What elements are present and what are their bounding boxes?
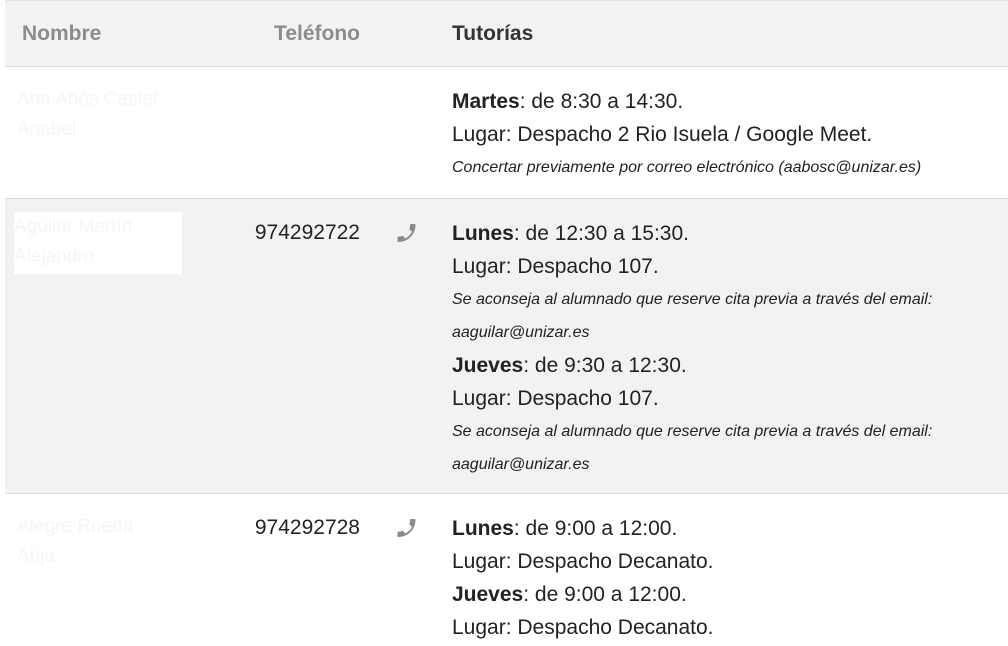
hours-text: : de 9:30 a 12:30. — [523, 354, 687, 377]
place-text: Lugar: Despacho 2 Rio Isuela / Google Me… — [452, 123, 873, 146]
column-header-telefono[interactable]: Teléfono — [235, 21, 360, 47]
day-label: Lunes — [452, 517, 514, 540]
schedule-line: Martes: de 8:30 a 14:30. — [452, 85, 1008, 118]
day-label: Martes — [452, 90, 520, 113]
schedule-line: Lunes: de 9:00 a 12:00. — [452, 512, 1008, 545]
name-line[interactable]: Anabel — [17, 115, 182, 145]
table-row: Ana Abós Castel Anabel Martes: de 8:30 a… — [5, 67, 1008, 199]
tutorias-table: Nombre Teléfono Tutorías Ana Abós Castel… — [0, 0, 1008, 646]
name-line[interactable]: Alejandro — [14, 242, 182, 272]
column-header-nombre[interactable]: Nombre — [22, 21, 101, 47]
hours-text: : de 9:00 a 12:00. — [513, 517, 678, 540]
name-cell[interactable]: Ana Abós Castel Anabel — [17, 85, 182, 147]
email-text[interactable]: aaguilar@unizar.es — [452, 316, 1008, 349]
day-label: Lunes — [452, 222, 514, 245]
hours-text: : de 9:00 a 12:00. — [523, 583, 687, 606]
phone-number[interactable]: 974292722 — [205, 220, 360, 246]
name-line[interactable]: Arija — [17, 542, 182, 572]
name-line[interactable]: Ana Abós Castel — [17, 85, 182, 115]
tutorias-cell: Lunes: de 9:00 a 12:00. Lugar: Despacho … — [452, 512, 1008, 644]
tutorias-cell: Martes: de 8:30 a 14:30. Lugar: Despacho… — [452, 85, 1008, 184]
phone-icon[interactable] — [395, 516, 419, 540]
column-header-tutorias: Tutorías — [452, 22, 534, 45]
name-cell[interactable]: Aguilar Martín Alejandro — [14, 212, 182, 274]
note-text: Se aconseja al alumnado que reserve cita… — [452, 291, 933, 308]
schedule-line: Jueves: de 9:30 a 12:30. — [452, 349, 1008, 382]
note-text: Se aconseja al alumnado que reserve cita… — [452, 423, 933, 440]
note-text: Concertar previamente por correo electró… — [452, 159, 922, 176]
place-text: Lugar: Despacho Decanato. — [452, 616, 714, 639]
table-row: Aguilar Martín Alejandro 974292722 Lunes… — [5, 199, 1008, 494]
schedule-line: Lunes: de 12:30 a 15:30. — [452, 217, 1008, 250]
name-line[interactable]: Alegre Rueda — [17, 512, 182, 542]
table-row: Alegre Rueda Arija 974292728 Lunes: de 9… — [5, 494, 1008, 646]
table-header: Nombre Teléfono Tutorías — [5, 0, 1008, 67]
hours-text: : de 8:30 a 14:30. — [519, 90, 684, 113]
place-text: Lugar: Despacho Decanato. — [452, 550, 714, 573]
name-cell[interactable]: Alegre Rueda Arija — [17, 512, 182, 574]
day-label: Jueves — [452, 354, 524, 377]
name-line[interactable]: Aguilar Martín — [14, 212, 182, 242]
phone-icon[interactable] — [395, 221, 419, 245]
place-text: Lugar: Despacho 107. — [452, 255, 659, 278]
tutorias-cell: Lunes: de 12:30 a 15:30. Lugar: Despacho… — [452, 217, 1008, 481]
day-label: Jueves — [452, 583, 524, 606]
email-text[interactable]: aaguilar@unizar.es — [452, 448, 1008, 481]
schedule-line: Jueves: de 9:00 a 12:00. — [452, 578, 1008, 611]
hours-text: : de 12:30 a 15:30. — [513, 222, 689, 245]
phone-number[interactable]: 974292728 — [205, 515, 360, 541]
place-text: Lugar: Despacho 107. — [452, 387, 659, 410]
